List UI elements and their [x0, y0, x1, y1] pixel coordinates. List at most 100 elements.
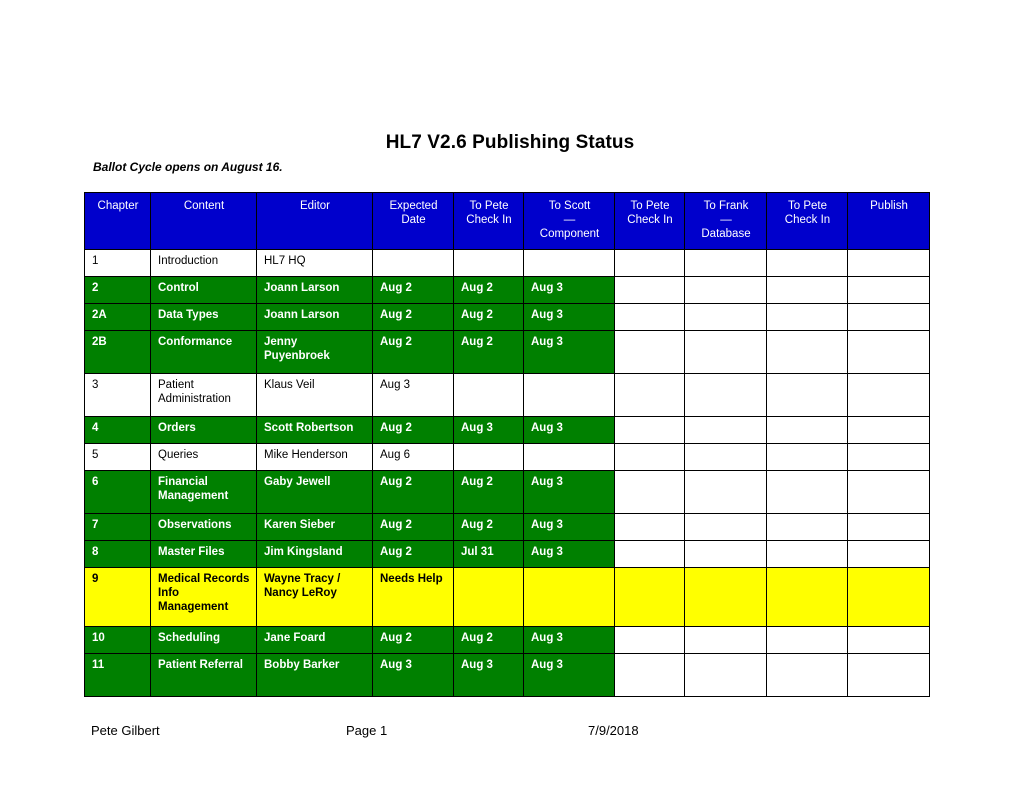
cell-topete2	[614, 276, 685, 304]
column-header-line: Check In	[627, 214, 673, 227]
cell-topete3	[766, 540, 848, 568]
cell-topete2	[614, 470, 685, 514]
cell-publish	[847, 540, 930, 568]
cell-content: Patient Referral	[150, 653, 257, 697]
cell-toscott: Aug 3	[523, 653, 615, 697]
cell-tofrank	[684, 443, 767, 471]
cell-toscott: Aug 3	[523, 416, 615, 444]
cell-topete2	[614, 626, 685, 654]
cell-tofrank	[684, 303, 767, 331]
cell-topete2	[614, 330, 685, 374]
cell-topete1: Aug 2	[453, 626, 524, 654]
cell-expected: Aug 2	[372, 626, 454, 654]
column-header-line: Check In	[466, 214, 512, 227]
cell-publish	[847, 653, 930, 697]
cell-publish	[847, 276, 930, 304]
table-row: 1 Introduction HL7 HQ	[84, 249, 930, 277]
table-header-row: Chapter Content Editor Expected Date To Pete C…	[84, 192, 930, 250]
cell-expected: Aug 2	[372, 303, 454, 331]
cell-topete1: Aug 3	[453, 416, 524, 444]
cell-editor: HL7 HQ	[256, 249, 373, 277]
column-header-publish: Publish	[847, 192, 930, 250]
cell-publish	[847, 373, 930, 417]
cell-tofrank	[684, 416, 767, 444]
table-row: 7 Observations Karen Sieber Aug 2 Aug 2 Aug 3	[84, 513, 930, 541]
cell-topete2	[614, 249, 685, 277]
column-header-expected: Expected Date	[372, 192, 454, 250]
page-canvas: HL7 V2.6 Publishing Status Ballot Cycle …	[0, 0, 1020, 788]
cell-toscott: Aug 3	[523, 540, 615, 568]
cell-publish	[847, 626, 930, 654]
column-header-line: —	[563, 214, 576, 227]
cell-toscott: Aug 3	[523, 303, 615, 331]
cell-topete3	[766, 416, 848, 444]
cell-topete2	[614, 416, 685, 444]
cell-topete1: Aug 2	[453, 470, 524, 514]
cell-expected: Aug 2	[372, 540, 454, 568]
cell-toscott	[523, 443, 615, 471]
table-row: 5 Queries Mike Henderson Aug 6	[84, 443, 930, 471]
cell-expected: Aug 2	[372, 276, 454, 304]
cell-chapter: 10	[84, 626, 151, 654]
cell-expected: Aug 2	[372, 513, 454, 541]
cell-topete3	[766, 249, 848, 277]
cell-expected: Aug 2	[372, 416, 454, 444]
cell-chapter: 4	[84, 416, 151, 444]
cell-chapter: 1	[84, 249, 151, 277]
cell-topete1: Aug 2	[453, 276, 524, 304]
cell-expected: Aug 3	[372, 373, 454, 417]
cell-editor: Karen Sieber	[256, 513, 373, 541]
table-row: 2B Conformance Jenny Puyenbroek Aug 2 Aug 2A…	[84, 330, 930, 374]
column-header-line: Database	[701, 228, 751, 241]
cell-editor: Klaus Veil	[256, 373, 373, 417]
cell-chapter: 8	[84, 540, 151, 568]
cell-topete1: Aug 2	[453, 303, 524, 331]
cell-tofrank	[684, 373, 767, 417]
cell-tofrank	[684, 470, 767, 514]
cell-chapter: 9	[84, 567, 151, 627]
cell-chapter: 5	[84, 443, 151, 471]
table-row: 2A Data Types Joann Larson Aug 2 Aug 2 Aug 3	[84, 303, 930, 331]
cell-topete3	[766, 443, 848, 471]
cell-toscott	[523, 567, 615, 627]
cell-topete2	[614, 540, 685, 568]
cell-topete2	[614, 513, 685, 541]
cell-expected: Aug 3	[372, 653, 454, 697]
cell-tofrank	[684, 330, 767, 374]
cell-tofrank	[684, 653, 767, 697]
cell-expected: Aug 2	[372, 330, 454, 374]
cell-topete3	[766, 513, 848, 541]
cell-toscott: Aug 3	[523, 330, 615, 374]
cell-publish	[847, 330, 930, 374]
cell-editor: Jim Kingsland	[256, 540, 373, 568]
cell-editor: Joann Larson	[256, 276, 373, 304]
column-header-line: —	[720, 214, 732, 227]
cell-editor: Wayne Tracy / Nancy LeRoy	[256, 567, 373, 627]
cell-toscott: Aug 3	[523, 626, 615, 654]
cell-topete2	[614, 303, 685, 331]
footer-date: 7/9/2018	[588, 723, 639, 738]
cell-content: Queries	[150, 443, 257, 471]
cell-tofrank	[684, 540, 767, 568]
cell-tofrank	[684, 626, 767, 654]
table-row: 3 Patient Administration Klaus Veil Aug 3	[84, 373, 930, 417]
cell-topete2	[614, 653, 685, 697]
cell-topete3	[766, 626, 848, 654]
cell-expected	[372, 249, 454, 277]
cell-content: Financial Management	[150, 470, 257, 514]
cell-publish	[847, 249, 930, 277]
column-header-editor: Editor	[256, 192, 373, 250]
cell-topete1	[453, 249, 524, 277]
cell-editor: Bobby Barker	[256, 653, 373, 697]
column-header-topete3: To Pete Check In	[766, 192, 848, 250]
cell-tofrank	[684, 249, 767, 277]
page-footer: Pete Gilbert Page 1 7/9/2018	[84, 723, 930, 745]
cell-publish	[847, 416, 930, 444]
column-header-line: Date	[401, 214, 426, 227]
cell-topete2	[614, 567, 685, 627]
cell-topete3	[766, 330, 848, 374]
cell-tofrank	[684, 513, 767, 541]
column-header-tofrank: To Frank — Database	[684, 192, 767, 250]
column-header-line: Expected	[389, 200, 438, 212]
table-row: 10 Scheduling Jane Foard Aug 2 Aug 2 Aug 3	[84, 626, 930, 654]
